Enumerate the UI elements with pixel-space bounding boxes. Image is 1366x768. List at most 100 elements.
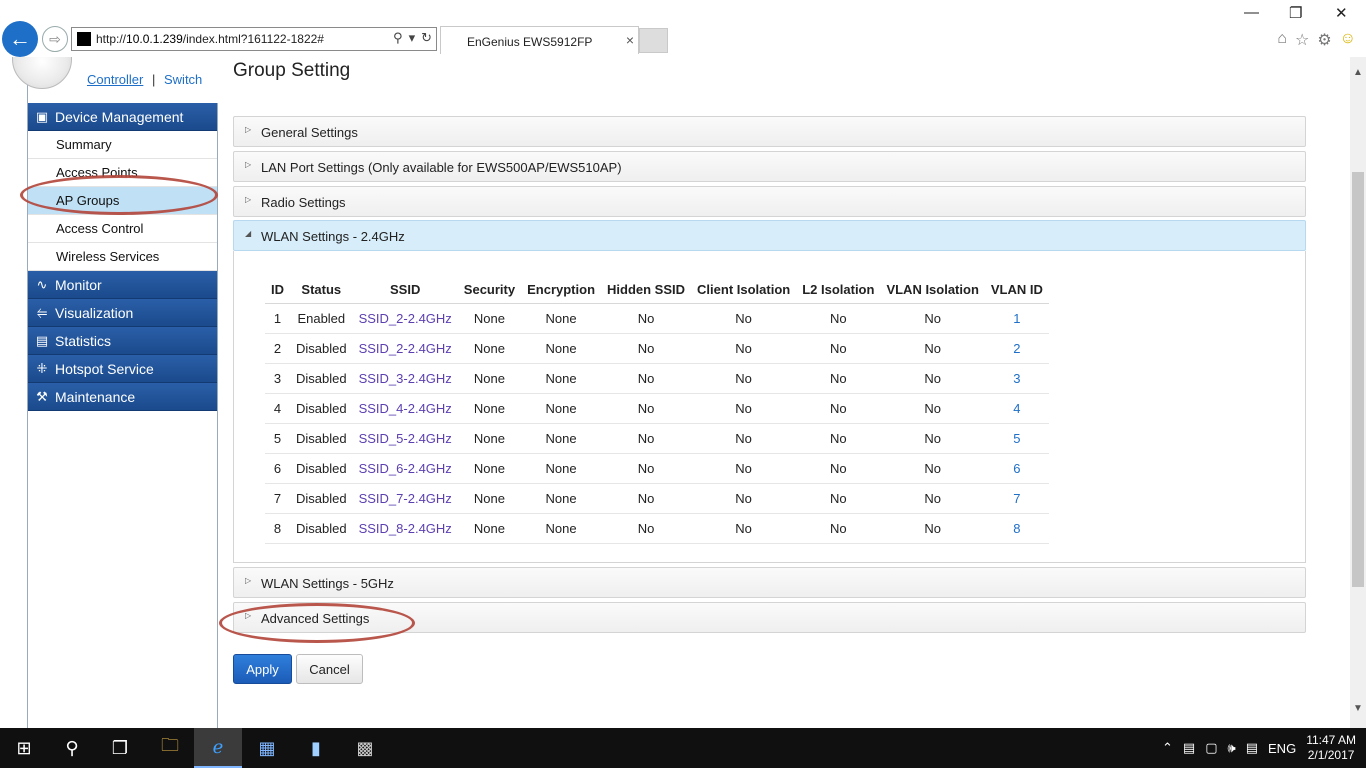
windows-taskbar: ⊞ ⚲ ❐ 🗀 ℯ ▦ ▮ ▩ ⌃ ▤ ▢ 🕪 ▤ ENG 11:47 AM 2… [0, 728, 1366, 768]
server-manager-icon[interactable]: ▦ [243, 728, 291, 768]
close-window-button[interactable]: ✕ [1335, 4, 1348, 22]
browser-tab[interactable]: EnGenius EWS5912FP × [440, 26, 639, 54]
accordion-wlan-5ghz[interactable]: ▷ WLAN Settings - 5GHz [233, 567, 1306, 598]
table-row[interactable]: 3 Disabled SSID_3-2.4GHz None None No No No No 3 [265, 363, 1049, 394]
vertical-scrollbar[interactable]: ▲ ▼ [1350, 57, 1366, 728]
table-cell: None [457, 393, 522, 424]
vlan-id-link[interactable]: 4 [984, 393, 1049, 424]
powershell-icon[interactable]: ▮ [292, 728, 340, 768]
ssid-link[interactable]: SSID_7-2.4GHz [352, 483, 458, 514]
back-button[interactable]: ← [2, 21, 38, 57]
switch-link[interactable]: Switch [164, 72, 202, 87]
scroll-up-icon[interactable]: ▲ [1353, 67, 1363, 78]
table-row[interactable]: 4 Disabled SSID_4-2.4GHz None None No No No No 4 [265, 393, 1049, 424]
accordion-lan-port-settings[interactable]: ▷ LAN Port Settings (Only available for … [233, 151, 1306, 182]
scroll-down-icon[interactable]: ▼ [1353, 703, 1363, 714]
restore-button[interactable]: ❐ [1289, 4, 1302, 22]
address-bar[interactable]: http://10.0.1.239/index.html?161122-1822… [71, 27, 437, 51]
vlan-id-link[interactable]: 2 [984, 333, 1049, 364]
volume-icon[interactable]: 🕪 [1228, 740, 1236, 756]
internet-explorer-icon[interactable]: ℯ [194, 728, 242, 768]
feedback-smiley-icon[interactable]: ☺ [1340, 30, 1356, 50]
table-row[interactable]: 7 Disabled SSID_7-2.4GHz None None No No No No 7 [265, 483, 1049, 514]
new-tab-button[interactable] [639, 28, 668, 53]
accordion-wlan-24ghz[interactable]: ◢ WLAN Settings - 2.4GHz [233, 220, 1306, 251]
tab-close-icon[interactable]: × [626, 32, 634, 48]
table-cell: No [601, 453, 692, 484]
table-header-row: ID Status SSID Security Encryption Hidden SSI… [265, 277, 1049, 304]
remote-desktop-icon[interactable]: ▩ [341, 728, 389, 768]
table-cell: No [796, 333, 881, 364]
language-indicator[interactable]: ENG [1268, 741, 1296, 756]
sidebar-section-monitor[interactable]: ∿ Monitor [28, 271, 217, 299]
vlan-id-link[interactable]: 5 [984, 423, 1049, 454]
table-cell: No [796, 303, 881, 334]
table-cell: None [457, 423, 522, 454]
table-cell: No [601, 483, 692, 514]
table-row[interactable]: 2 Disabled SSID_2-2.4GHz None None No No No No 2 [265, 333, 1049, 364]
ssid-link[interactable]: SSID_4-2.4GHz [352, 393, 458, 424]
table-cell: No [796, 483, 881, 514]
column-header: Encryption [521, 277, 602, 304]
table-row[interactable]: 1 Enabled SSID_2-2.4GHz None None No No No No 1 [265, 303, 1049, 334]
table-cell: 1 [265, 303, 290, 334]
table-row[interactable]: 6 Disabled SSID_6-2.4GHz None None No No No No 6 [265, 453, 1049, 484]
vlan-id-link[interactable]: 8 [984, 513, 1049, 544]
page-title: Group Setting [233, 60, 351, 81]
task-view-icon[interactable]: ❐ [96, 728, 144, 768]
network-icon[interactable]: ▤ [1183, 740, 1195, 756]
cancel-button[interactable]: Cancel [296, 654, 363, 684]
vlan-id-link[interactable]: 1 [984, 303, 1049, 334]
mode-links: Controller | Switch [87, 72, 202, 87]
clock[interactable]: 11:47 AM 2/1/2017 [1306, 733, 1356, 763]
scroll-thumb[interactable] [1352, 172, 1364, 587]
sidebar-item-summary[interactable]: Summary [28, 131, 217, 159]
dropdown-icon[interactable]: ▾ [409, 30, 416, 46]
controller-link[interactable]: Controller [87, 72, 143, 87]
settings-gear-icon[interactable]: ⚙ [1317, 30, 1331, 50]
show-hidden-icons-icon[interactable]: ⌃ [1162, 740, 1173, 756]
table-row[interactable]: 5 Disabled SSID_5-2.4GHz None None No No No No 5 [265, 423, 1049, 454]
forward-button[interactable]: ⇨ [42, 26, 68, 52]
table-cell: 4 [265, 393, 290, 424]
refresh-icon[interactable]: ↻ [421, 30, 432, 46]
search-icon[interactable]: ⚲ [48, 728, 96, 768]
display-icon[interactable]: ▢ [1205, 740, 1217, 756]
vlan-id-link[interactable]: 7 [984, 483, 1049, 514]
sidebar-section-device-management[interactable]: ▣ Device Management [28, 103, 217, 131]
column-header: VLAN Isolation [880, 277, 985, 304]
mode-separator: | [151, 72, 156, 87]
clock-date: 2/1/2017 [1307, 748, 1355, 762]
table-cell: No [691, 453, 797, 484]
home-icon[interactable]: ⌂ [1277, 30, 1287, 50]
ssid-link[interactable]: SSID_6-2.4GHz [352, 453, 458, 484]
file-explorer-icon[interactable]: 🗀 [146, 728, 194, 768]
sidebar-section-hotspot[interactable]: ⁜ Hotspot Service [28, 355, 217, 383]
apply-button[interactable]: Apply [233, 654, 292, 684]
search-icon[interactable]: ⚲ [393, 30, 403, 46]
sidebar-section-visualization[interactable]: ⥢ Visualization [28, 299, 217, 327]
start-windows-icon[interactable]: ⊞ [0, 728, 48, 768]
collapse-arrow-icon: ◢ [245, 229, 252, 238]
sidebar: ▣ Device Management Summary Access Point… [28, 103, 217, 411]
sidebar-section-maintenance[interactable]: ⚒ Maintenance [28, 383, 217, 411]
expand-arrow-icon: ▷ [245, 160, 252, 169]
accordion-general-settings[interactable]: ▷ General Settings [233, 116, 1306, 147]
notifications-icon[interactable]: ▤ [1246, 740, 1258, 756]
sidebar-item-wireless-services[interactable]: Wireless Services [28, 243, 217, 271]
ssid-link[interactable]: SSID_3-2.4GHz [352, 363, 458, 394]
minimize-button[interactable]: — [1244, 4, 1259, 21]
sidebar-item-access-control[interactable]: Access Control [28, 215, 217, 243]
vlan-id-link[interactable]: 6 [984, 453, 1049, 484]
sidebar-section-statistics[interactable]: ▤ Statistics [28, 327, 217, 355]
vlan-id-link[interactable]: 3 [984, 363, 1049, 394]
favorites-star-icon[interactable]: ☆ [1295, 30, 1309, 50]
ssid-link[interactable]: SSID_2-2.4GHz [352, 303, 458, 334]
ssid-link[interactable]: SSID_8-2.4GHz [352, 513, 458, 544]
table-row[interactable]: 8 Disabled SSID_8-2.4GHz None None No No No No 8 [265, 513, 1049, 544]
ssid-link[interactable]: SSID_2-2.4GHz [352, 333, 458, 364]
column-header: Hidden SSID [601, 277, 692, 304]
accordion-radio-settings[interactable]: ▷ Radio Settings [233, 186, 1306, 217]
back-arrow-icon: ← [9, 26, 31, 51]
ssid-link[interactable]: SSID_5-2.4GHz [352, 423, 458, 454]
